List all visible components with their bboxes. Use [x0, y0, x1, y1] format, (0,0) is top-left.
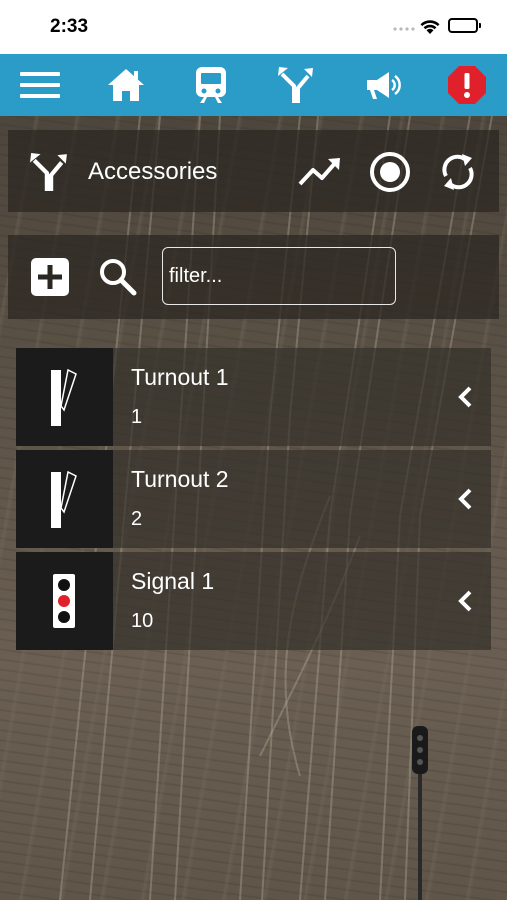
status-bar: 2:33: [0, 0, 507, 54]
page-title: Accessories: [88, 158, 218, 185]
emergency-stop-button[interactable]: [437, 54, 497, 116]
alert-icon: [448, 66, 486, 104]
status-time: 2:33: [50, 16, 89, 37]
signal-mast-photo: [412, 726, 428, 900]
trend-button[interactable]: [298, 154, 342, 193]
plus-square-icon: [31, 258, 69, 296]
turnout-straight-icon: [51, 470, 77, 528]
accessory-address: 1: [131, 406, 143, 428]
accessories-header: Accessories: [8, 130, 499, 212]
refresh-icon: [442, 154, 474, 190]
filter-bar: [8, 235, 499, 319]
turnout-thumbnail: [16, 450, 113, 548]
chevron-left-icon[interactable]: [456, 384, 476, 410]
record-button[interactable]: [368, 150, 412, 199]
signal-dots-icon: [392, 27, 416, 31]
throttle-button[interactable]: [181, 54, 241, 116]
megaphone-icon: [367, 72, 401, 99]
accessories-button[interactable]: [266, 54, 326, 116]
turnout-icon: [278, 67, 313, 103]
menu-button[interactable]: [10, 54, 70, 116]
accessory-name: Turnout 1: [131, 364, 229, 390]
turnout-straight-icon: [51, 368, 77, 426]
filter-input[interactable]: [162, 247, 396, 305]
accessory-row-turnout-2[interactable]: Turnout 2 2: [16, 450, 491, 548]
signal-thumbnail: [16, 552, 113, 650]
accessory-address: 10: [131, 610, 154, 632]
accessory-row-turnout-1[interactable]: Turnout 1 1: [16, 348, 491, 446]
turnout-thumbnail: [16, 348, 113, 446]
accessory-address: 2: [131, 508, 143, 530]
home-button[interactable]: [96, 54, 156, 116]
accessory-row-signal-1[interactable]: Signal 1 10: [16, 552, 491, 650]
wifi-icon: [419, 18, 441, 40]
chevron-left-icon[interactable]: [456, 486, 476, 512]
nav-bar: [0, 54, 507, 116]
home-icon: [108, 69, 144, 101]
train-icon: [196, 67, 226, 103]
record-icon: [370, 152, 410, 192]
accessory-name: Turnout 2: [131, 466, 229, 492]
announcements-button[interactable]: [351, 54, 411, 116]
search-button[interactable]: [98, 257, 138, 302]
search-icon: [100, 259, 137, 296]
menu-icon: [20, 72, 60, 98]
chevron-left-icon[interactable]: [456, 588, 476, 614]
trending-up-icon: [298, 158, 340, 186]
add-accessory-button[interactable]: [30, 257, 70, 302]
refresh-button[interactable]: [438, 150, 478, 199]
turnout-icon: [30, 153, 67, 191]
accessory-name: Signal 1: [131, 568, 215, 594]
battery-icon: [448, 18, 481, 33]
signal-icon: [53, 574, 75, 628]
